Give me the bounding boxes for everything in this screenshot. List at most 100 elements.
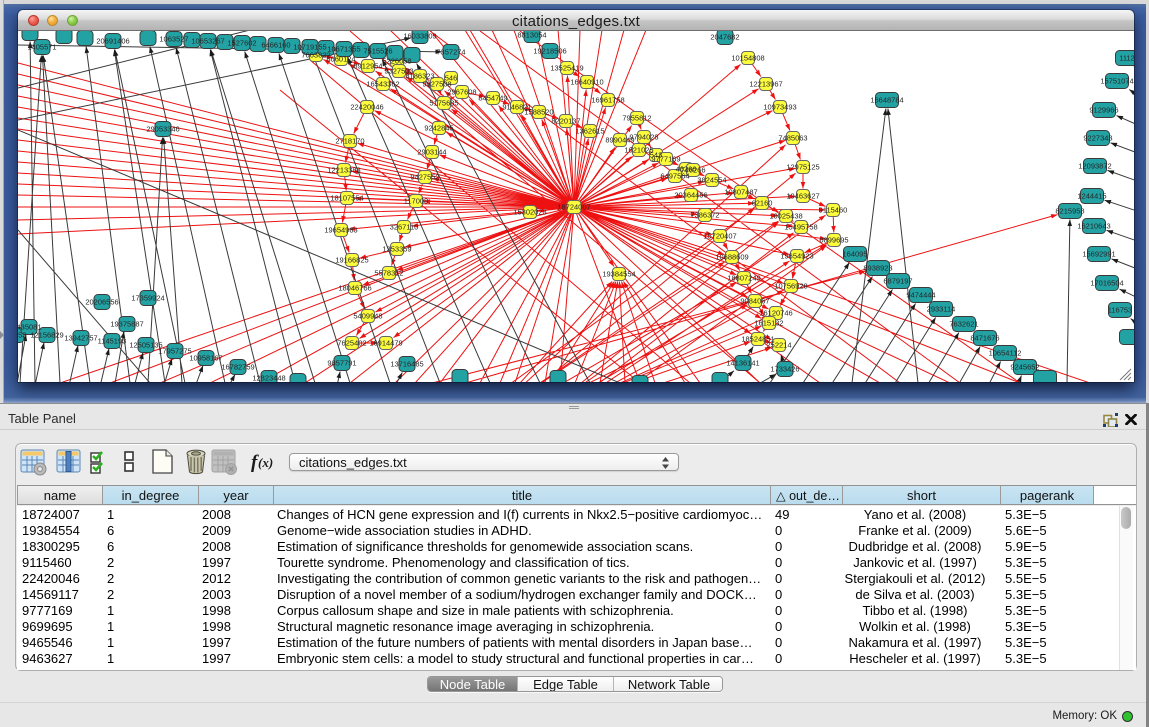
svg-text:17016504: 17016504	[1090, 279, 1123, 288]
svg-text:1145193: 1145193	[98, 337, 127, 346]
svg-text:252214: 252214	[766, 341, 791, 350]
svg-text:1733426: 1733426	[770, 365, 799, 374]
svg-text:1112: 1112	[1119, 54, 1134, 63]
svg-text:10025438: 10025438	[769, 212, 802, 221]
svg-text:8220137: 8220137	[551, 117, 580, 126]
svg-text:10756928: 10756928	[774, 282, 807, 291]
svg-text:12093872: 12093872	[1078, 162, 1111, 171]
svg-text:7386372: 7386372	[690, 211, 719, 220]
svg-text:12213383: 12213383	[327, 166, 360, 175]
svg-text:12823448: 12823448	[252, 374, 285, 383]
svg-text:10654112: 10654112	[989, 349, 1022, 358]
svg-text:16120746: 16120746	[759, 309, 792, 318]
svg-text:20691406: 20691406	[96, 37, 129, 46]
svg-text:19166825: 19166825	[335, 256, 368, 265]
svg-text:5578312: 5578312	[374, 269, 403, 278]
svg-text:9242845: 9242845	[424, 124, 453, 133]
svg-text:546: 546	[445, 74, 458, 83]
svg-text:8660124: 8660124	[326, 55, 355, 64]
svg-text:1588520: 1588520	[524, 108, 553, 117]
svg-text:746266: 746266	[680, 166, 705, 175]
svg-text:9115460: 9115460	[819, 206, 848, 215]
svg-text:7357274: 7357274	[436, 48, 465, 57]
svg-text:164095: 164095	[842, 250, 867, 259]
svg-text:3824554: 3824554	[697, 176, 726, 185]
svg-text:9084067: 9084067	[740, 297, 769, 306]
svg-text:10653267: 10653267	[191, 37, 224, 46]
svg-text:3267110: 3267110	[390, 223, 419, 232]
svg-text:16210643: 16210643	[1077, 222, 1110, 231]
svg-text:39153: 39153	[18, 331, 26, 340]
svg-text:8471676: 8471676	[970, 334, 999, 343]
svg-text:8454749: 8454749	[478, 94, 507, 103]
svg-text:5409948: 5409948	[353, 312, 382, 321]
svg-text:7625402: 7625402	[337, 339, 366, 348]
svg-text:18724007: 18724007	[557, 203, 590, 212]
svg-text:9794028: 9794028	[629, 133, 658, 142]
svg-text:6466160: 6466160	[261, 41, 290, 50]
svg-text:2718170: 2718170	[335, 137, 364, 146]
svg-text:62160: 62160	[752, 199, 773, 208]
svg-text:9245652: 9245652	[1010, 363, 1039, 372]
svg-text:0899695: 0899695	[819, 236, 848, 245]
svg-text:15495758: 15495758	[784, 223, 817, 232]
svg-text:14136141: 14136141	[726, 359, 759, 368]
svg-text:19218506: 19218506	[533, 47, 566, 56]
svg-text:9227343: 9227343	[1083, 134, 1112, 143]
svg-text:10688609: 10688609	[715, 253, 748, 262]
svg-text:12156829: 12156829	[30, 331, 63, 340]
svg-text:13525419: 13525419	[550, 64, 583, 73]
svg-text:15720407: 15720407	[703, 232, 736, 241]
svg-text:22420046: 22420046	[350, 103, 383, 112]
svg-text:8912954: 8912954	[353, 62, 382, 71]
svg-text:5175685: 5175685	[429, 99, 458, 108]
svg-text:2933114: 2933114	[927, 305, 956, 314]
svg-text:13942757: 13942757	[64, 334, 97, 343]
svg-text:15751074: 15751074	[1100, 77, 1133, 86]
svg-text:7485063: 7485063	[778, 134, 807, 143]
svg-text:12975125: 12975125	[786, 163, 819, 172]
svg-text:16782759: 16782759	[221, 363, 254, 372]
svg-text:19384554: 19384554	[602, 270, 635, 279]
svg-text:10671355: 10671355	[327, 45, 360, 54]
svg-text:19654983: 19654983	[324, 226, 357, 235]
svg-text:29053346: 29053346	[146, 125, 179, 134]
svg-text:1362615: 1362615	[575, 127, 604, 136]
svg-text:9857791: 9857791	[327, 359, 356, 368]
svg-text:19463627: 19463627	[786, 192, 819, 201]
svg-text:20206556: 20206556	[85, 298, 118, 307]
svg-text:1063527: 1063527	[159, 35, 188, 44]
svg-text:6879197: 6879197	[883, 277, 912, 286]
svg-text:116753: 116753	[1108, 306, 1132, 315]
svg-text:20364456: 20364456	[674, 191, 707, 200]
svg-text:1405571: 1405571	[27, 43, 56, 52]
svg-text:1353359: 1353359	[382, 245, 411, 254]
svg-text:15692991: 15692991	[1082, 250, 1115, 259]
svg-text:16914479: 16914479	[369, 339, 402, 348]
svg-text:1615132: 1615132	[754, 319, 783, 328]
svg-text:117008: 117008	[404, 197, 428, 206]
svg-text:1527602: 1527602	[227, 39, 256, 48]
svg-text:13716485: 13716485	[390, 360, 423, 369]
svg-text:2903144: 2903144	[417, 148, 446, 157]
svg-text:16648784: 16648784	[870, 96, 903, 105]
svg-text:16640910: 16640910	[570, 78, 603, 87]
svg-text:8215958: 8215958	[1055, 207, 1084, 216]
svg-text:17957275: 17957275	[158, 347, 191, 356]
svg-text:16033809: 16033809	[403, 32, 436, 41]
svg-text:10807487: 10807487	[724, 188, 757, 197]
svg-text:16543362: 16543362	[366, 80, 399, 89]
svg-text:15302023: 15302023	[513, 208, 546, 217]
svg-text:18107554: 18107554	[330, 194, 363, 203]
svg-text:(x): (x)	[258, 455, 273, 470]
svg-text:10154808: 10154808	[731, 54, 764, 63]
svg-text:10973493: 10973493	[763, 103, 796, 112]
svg-text:9474444: 9474444	[906, 291, 935, 300]
svg-text:19654923: 19654923	[780, 252, 813, 261]
svg-text:17359924: 17359924	[131, 294, 164, 303]
svg-text:18807249: 18807249	[727, 274, 760, 283]
svg-text:12213967: 12213967	[749, 80, 782, 89]
svg-text:10958167: 10958167	[189, 354, 222, 363]
svg-text:7632621: 7632621	[949, 320, 978, 329]
svg-text:9777169: 9777169	[651, 155, 680, 164]
